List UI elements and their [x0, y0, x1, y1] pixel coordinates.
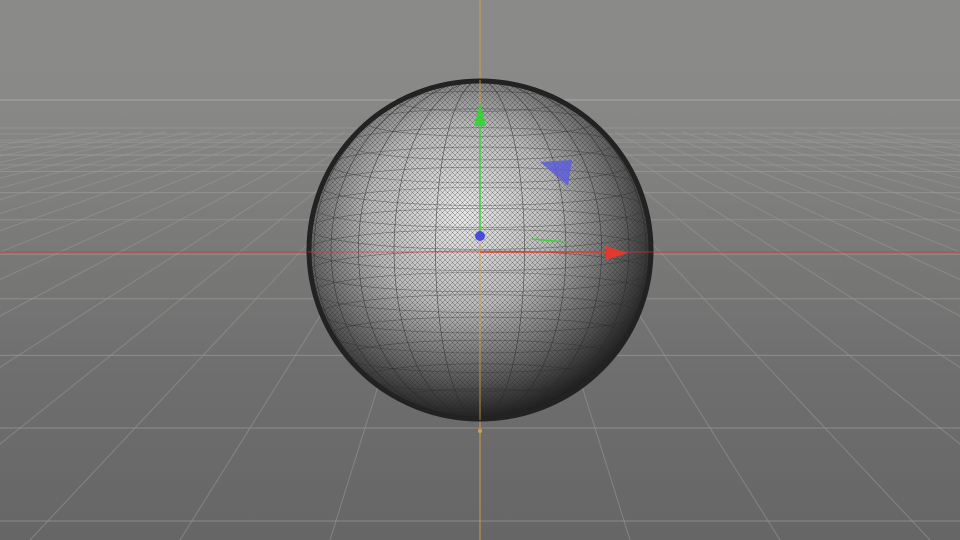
grid-line-perspective [682, 131, 960, 232]
grid-line-perspective [727, 131, 960, 201]
3d-viewport[interactable] [0, 0, 960, 540]
grid-line-perspective [839, 131, 960, 157]
grid-line-perspective [704, 131, 960, 215]
grid-line-perspective [0, 131, 256, 215]
grid-line-perspective [0, 131, 233, 201]
viewport-scene[interactable] [0, 0, 960, 540]
grid-line-perspective [0, 131, 301, 253]
grid-line-perspective [0, 131, 346, 317]
object-pivot-dot [478, 429, 482, 433]
grid-line-perspective [0, 131, 166, 171]
grid-line-perspective [0, 131, 368, 368]
grid-line-perspective [614, 131, 960, 317]
grid-line-perspective [0, 131, 188, 179]
grid-line-perspective [0, 131, 278, 232]
grid-line-perspective [794, 131, 960, 171]
grid-line-perspective [592, 131, 960, 368]
center-handle-icon[interactable] [475, 231, 485, 241]
grid-line-perspective [0, 131, 121, 157]
grid-line-perspective [659, 131, 960, 253]
grid-line-perspective [772, 131, 960, 179]
